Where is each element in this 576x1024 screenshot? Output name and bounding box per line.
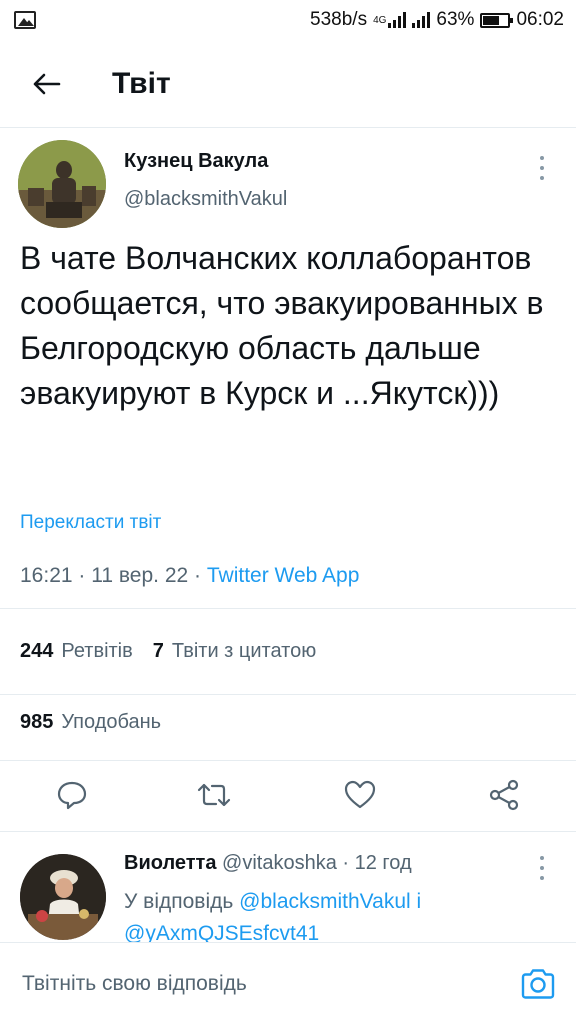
battery-icon — [480, 12, 514, 28]
back-arrow-icon — [33, 73, 61, 94]
likes-count: 985 — [20, 711, 54, 733]
reply-and-label: і — [416, 890, 422, 913]
reply-separator: · — [342, 852, 355, 874]
likes-stat[interactable]: 985 Уподобань — [20, 711, 161, 734]
reply-context: У відповідь @blacksmithVakul і @yAxmQJSE… — [124, 886, 421, 942]
reply-age: 12 год — [354, 852, 412, 874]
share-icon — [489, 779, 519, 811]
reply-button[interactable] — [54, 777, 90, 813]
back-button[interactable] — [16, 54, 76, 114]
author-name[interactable]: Кузнец Вакула — [124, 150, 268, 173]
reply-author-name[interactable]: Виолетта — [124, 852, 216, 874]
reply-tweet[interactable]: Виолетта @vitakoshka · 12 год У відповід… — [0, 836, 576, 942]
retweet-button[interactable] — [196, 777, 232, 813]
top-app-bar: Твіт — [0, 40, 576, 128]
reply-author-avatar[interactable] — [20, 854, 106, 940]
meta-separator: · — [194, 564, 207, 587]
tweet-source-link[interactable]: Twitter Web App — [207, 564, 360, 587]
reply-compose-bar: Твітніть свою відповідь — [0, 942, 576, 1024]
reply-author-handle[interactable]: @vitakoshka — [222, 852, 337, 874]
tweet-actions-bar — [0, 760, 576, 832]
retweet-icon — [197, 783, 231, 807]
reply-header: Виолетта @vitakoshka · 12 год — [124, 852, 412, 875]
reply-mention-1[interactable]: @blacksmithVakul — [239, 890, 411, 913]
quotes-stat[interactable]: 7 Твіти з цитатою — [153, 640, 316, 663]
network-speed: 538b/s — [310, 9, 368, 30]
author-avatar[interactable] — [18, 140, 106, 228]
battery-percent: 63% — [436, 9, 475, 30]
replying-to-label: У відповідь — [124, 890, 234, 913]
tweet: Кузнец Вакула @blacksmithVakul В чате Во… — [0, 128, 576, 832]
clock: 06:02 — [516, 9, 564, 30]
author-handle[interactable]: @blacksmithVakul — [124, 188, 287, 211]
signal-icon — [388, 12, 407, 28]
camera-button[interactable] — [520, 966, 556, 1002]
quotes-count: 7 — [152, 640, 164, 662]
meta-separator: · — [78, 564, 92, 587]
camera-icon — [521, 968, 555, 999]
translate-tweet-link[interactable]: Перекласти твіт — [20, 512, 161, 534]
reply-more-vertical-icon[interactable] — [530, 852, 554, 884]
likes-label: Уподобань — [61, 711, 162, 733]
status-bar: 538b/s 4G 63% 06:02 — [0, 0, 576, 40]
network-type: 4G — [373, 14, 387, 26]
like-icon — [344, 780, 376, 809]
retweets-stat[interactable]: 244 Ретвітів — [20, 640, 133, 663]
gallery-icon — [14, 11, 36, 29]
retweets-label: Ретвітів — [61, 640, 133, 662]
tweet-likes-row: 985 Уподобань — [0, 694, 576, 750]
reply-mention-2[interactable]: @yAxmQJSEsfcvt41 — [124, 922, 319, 942]
tweet-time: 16:21 — [20, 564, 73, 587]
tweet-stats-row: 244 Ретвітів 7 Твіти з цитатою — [0, 608, 576, 694]
tweet-meta: 16:21 · 11 вер. 22 · Twitter Web App — [20, 564, 359, 588]
share-button[interactable] — [486, 777, 522, 813]
tweet-author-row: Кузнец Вакула @blacksmithVakul — [0, 128, 576, 228]
tweet-date: 11 вер. 22 — [91, 564, 189, 587]
quotes-label: Твіти з цитатою — [171, 640, 317, 662]
like-button[interactable] — [342, 777, 378, 813]
reply-input[interactable]: Твітніть свою відповідь — [22, 972, 520, 996]
more-vertical-icon[interactable] — [530, 152, 554, 184]
page-title: Твіт — [112, 66, 171, 100]
reply-icon — [57, 781, 87, 810]
tweet-text: В чате Волчанских коллаборантов сообщает… — [20, 240, 544, 411]
signal-icon-2 — [412, 12, 431, 28]
retweets-count: 244 — [20, 640, 54, 662]
